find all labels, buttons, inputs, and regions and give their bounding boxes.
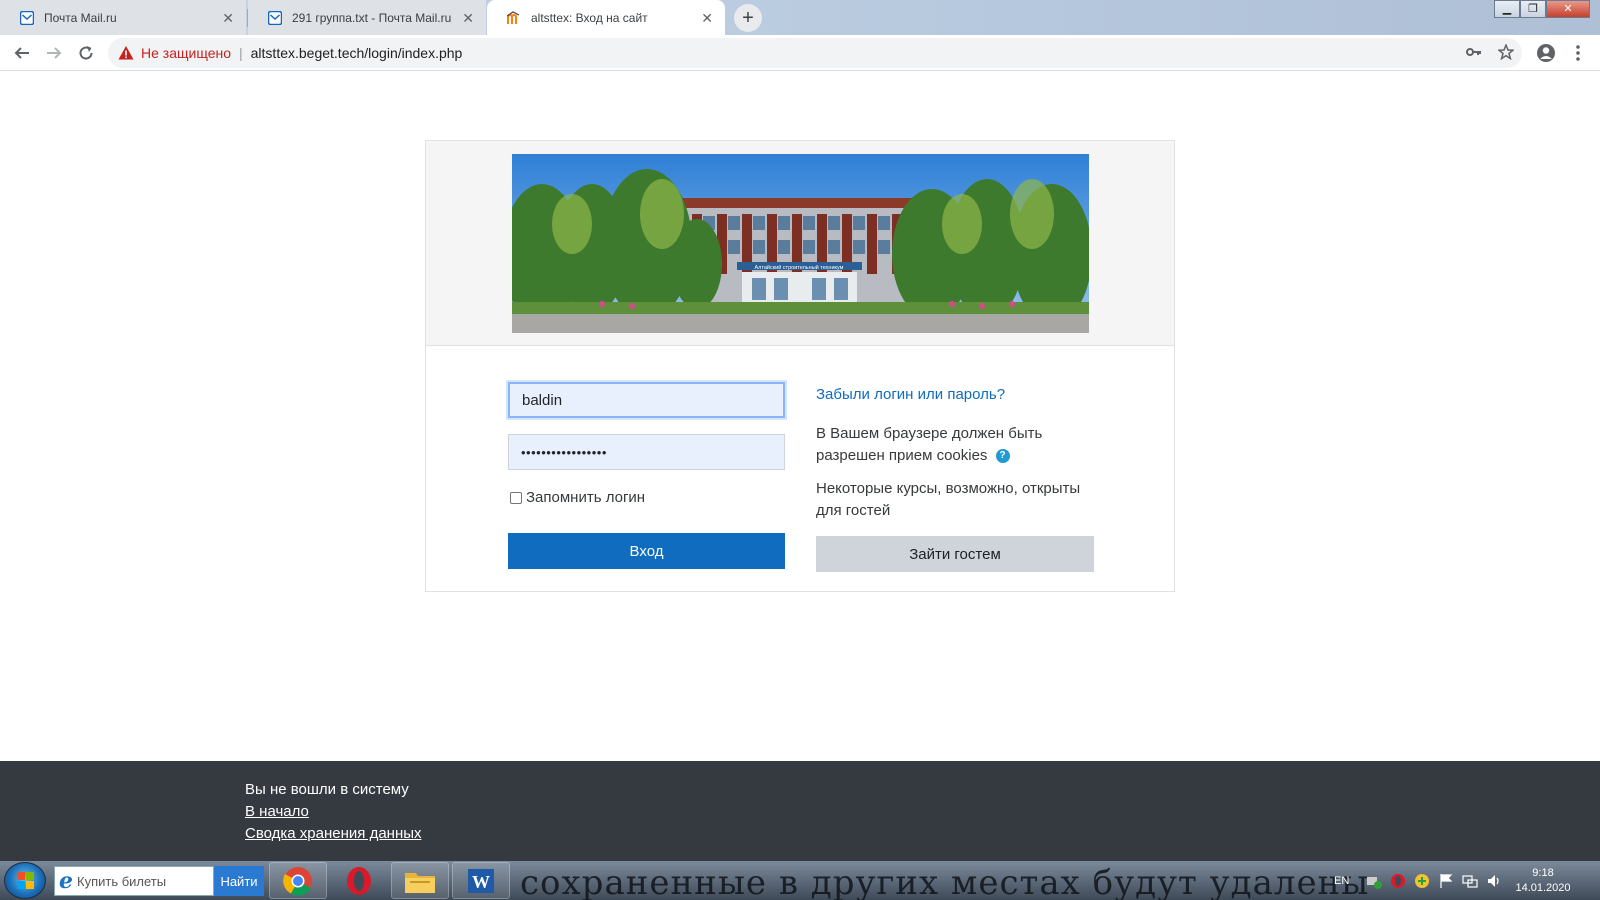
mail-icon bbox=[267, 10, 283, 25]
data-retention-summary-link[interactable]: Сводка хранения данных bbox=[245, 825, 422, 842]
back-arrow-icon[interactable] bbox=[10, 41, 34, 65]
not-logged-in-text: Вы не вошли в систему bbox=[245, 781, 409, 798]
word-glyph: W bbox=[472, 872, 490, 892]
help-icon[interactable]: ? bbox=[995, 449, 1010, 464]
search-placeholder: Купить билеты bbox=[77, 873, 167, 889]
window-close-button[interactable]: ✕ bbox=[1546, 0, 1590, 18]
address-bar[interactable]: Не защищено | altsttex.beget.tech/login/… bbox=[108, 38, 1522, 68]
home-link[interactable]: В начало bbox=[245, 803, 309, 820]
opera-taskbar-icon[interactable] bbox=[330, 862, 388, 899]
clock-time: 9:18 bbox=[1532, 867, 1554, 879]
browser-tabstrip: Почта Mail.ru ✕ 291 группа.txt - Почта M… bbox=[0, 0, 1600, 35]
reload-icon[interactable] bbox=[74, 41, 98, 65]
volume-icon[interactable] bbox=[1486, 873, 1502, 889]
forgot-password-link[interactable]: Забыли логин или пароль? bbox=[816, 386, 1005, 403]
remember-checkbox[interactable] bbox=[510, 491, 522, 504]
cookies-text-line-1: В Вашем браузере должен быть bbox=[816, 425, 1043, 442]
system-clock[interactable]: 9:18 14.01.2020 bbox=[1508, 866, 1578, 896]
new-tab-button[interactable]: + bbox=[734, 4, 762, 32]
update-tray-icon[interactable] bbox=[1414, 873, 1430, 889]
url-text[interactable]: altsttex.beget.tech/login/index.php bbox=[251, 45, 463, 61]
url-separator: | bbox=[239, 45, 243, 61]
cookies-text-line-2: разрешен прием cookies bbox=[816, 447, 988, 464]
word-taskbar-icon[interactable]: W bbox=[452, 862, 510, 899]
banner-area: Алтайский строительный техникум bbox=[426, 141, 1174, 346]
windows-taskbar: сохраненные в других местах будут удален… bbox=[0, 861, 1600, 900]
guest-text-line-1: Некоторые курсы, возможно, открыты bbox=[816, 480, 1081, 497]
tab-altsttex[interactable]: altsttex: Вход на сайт ✕ bbox=[487, 0, 725, 35]
browser-toolbar: Не защищено | altsttex.beget.tech/login/… bbox=[0, 35, 1600, 71]
flag-icon[interactable] bbox=[1438, 873, 1454, 889]
tab-label: Почта Mail.ru bbox=[44, 10, 117, 25]
opera-tray-icon[interactable] bbox=[1390, 873, 1406, 889]
tray-icons bbox=[1366, 861, 1502, 900]
not-secure-label[interactable]: Не защищено bbox=[141, 45, 231, 61]
tab-label: 291 группа.txt - Почта Mail.ru bbox=[292, 10, 452, 25]
taskbar-search-input[interactable]: e Купить билеты bbox=[54, 866, 214, 896]
minimize-button[interactable]: ▁ bbox=[1494, 0, 1520, 18]
guest-notice: Некоторые курсы, возможно, открыты для г… bbox=[816, 478, 1116, 522]
tab-mail[interactable]: Почта Mail.ru ✕ bbox=[0, 0, 246, 35]
username-input[interactable]: baldin bbox=[508, 382, 785, 418]
warning-icon[interactable] bbox=[118, 45, 134, 61]
close-tab-icon[interactable]: ✕ bbox=[701, 10, 713, 27]
remember-login[interactable]: Запомнить логин bbox=[510, 489, 645, 506]
file-explorer-taskbar-icon[interactable] bbox=[391, 862, 449, 899]
forward-arrow-icon[interactable] bbox=[42, 41, 66, 65]
start-button[interactable] bbox=[4, 862, 46, 899]
star-icon[interactable] bbox=[1496, 42, 1516, 65]
remember-label[interactable]: Запомнить логин bbox=[526, 489, 645, 506]
password-input[interactable]: ••••••••••••••••• bbox=[508, 434, 785, 470]
language-indicator[interactable]: EN bbox=[1334, 875, 1349, 887]
tab-label: altsttex: Вход на сайт bbox=[531, 10, 648, 25]
account-icon[interactable] bbox=[1534, 41, 1558, 65]
network-icon[interactable] bbox=[1462, 873, 1478, 889]
login-card: Алтайский строительный техникум baldin •… bbox=[425, 140, 1175, 592]
network-shield-icon[interactable] bbox=[1366, 873, 1382, 889]
guest-login-button[interactable]: Зайти гостем bbox=[816, 536, 1094, 572]
college-building-image: Алтайский строительный техникум bbox=[512, 154, 1089, 333]
close-tab-icon[interactable]: ✕ bbox=[222, 10, 234, 27]
login-button[interactable]: Вход bbox=[508, 533, 785, 569]
page-footer: Вы не вошли в систему В начало Сводка хр… bbox=[0, 761, 1600, 861]
close-tab-icon[interactable]: ✕ bbox=[462, 10, 474, 27]
more-vert-icon[interactable] bbox=[1566, 41, 1590, 65]
ie-icon: e bbox=[59, 868, 73, 894]
cookies-notice: В Вашем браузере должен быть разрешен пр… bbox=[816, 423, 1106, 467]
window-controls: ▁ ❐ ✕ bbox=[1494, 0, 1590, 18]
taskbar-search-button[interactable]: Найти bbox=[214, 866, 264, 896]
chrome-taskbar-icon[interactable] bbox=[269, 862, 327, 899]
mail-icon bbox=[19, 10, 35, 25]
guest-text-line-2: для гостей bbox=[816, 502, 891, 519]
moodle-icon bbox=[506, 10, 521, 25]
clock-date: 14.01.2020 bbox=[1515, 882, 1571, 894]
system-tray: EN bbox=[1334, 861, 1349, 900]
desktop-watermark-text: сохраненные в других местах будут удален… bbox=[520, 863, 1370, 900]
tab-mail-txt[interactable]: 291 группа.txt - Почта Mail.ru ✕ bbox=[248, 0, 486, 35]
key-icon[interactable] bbox=[1466, 44, 1482, 65]
banner-sign: Алтайский строительный техникум bbox=[755, 264, 844, 271]
restore-button[interactable]: ❐ bbox=[1520, 0, 1546, 18]
